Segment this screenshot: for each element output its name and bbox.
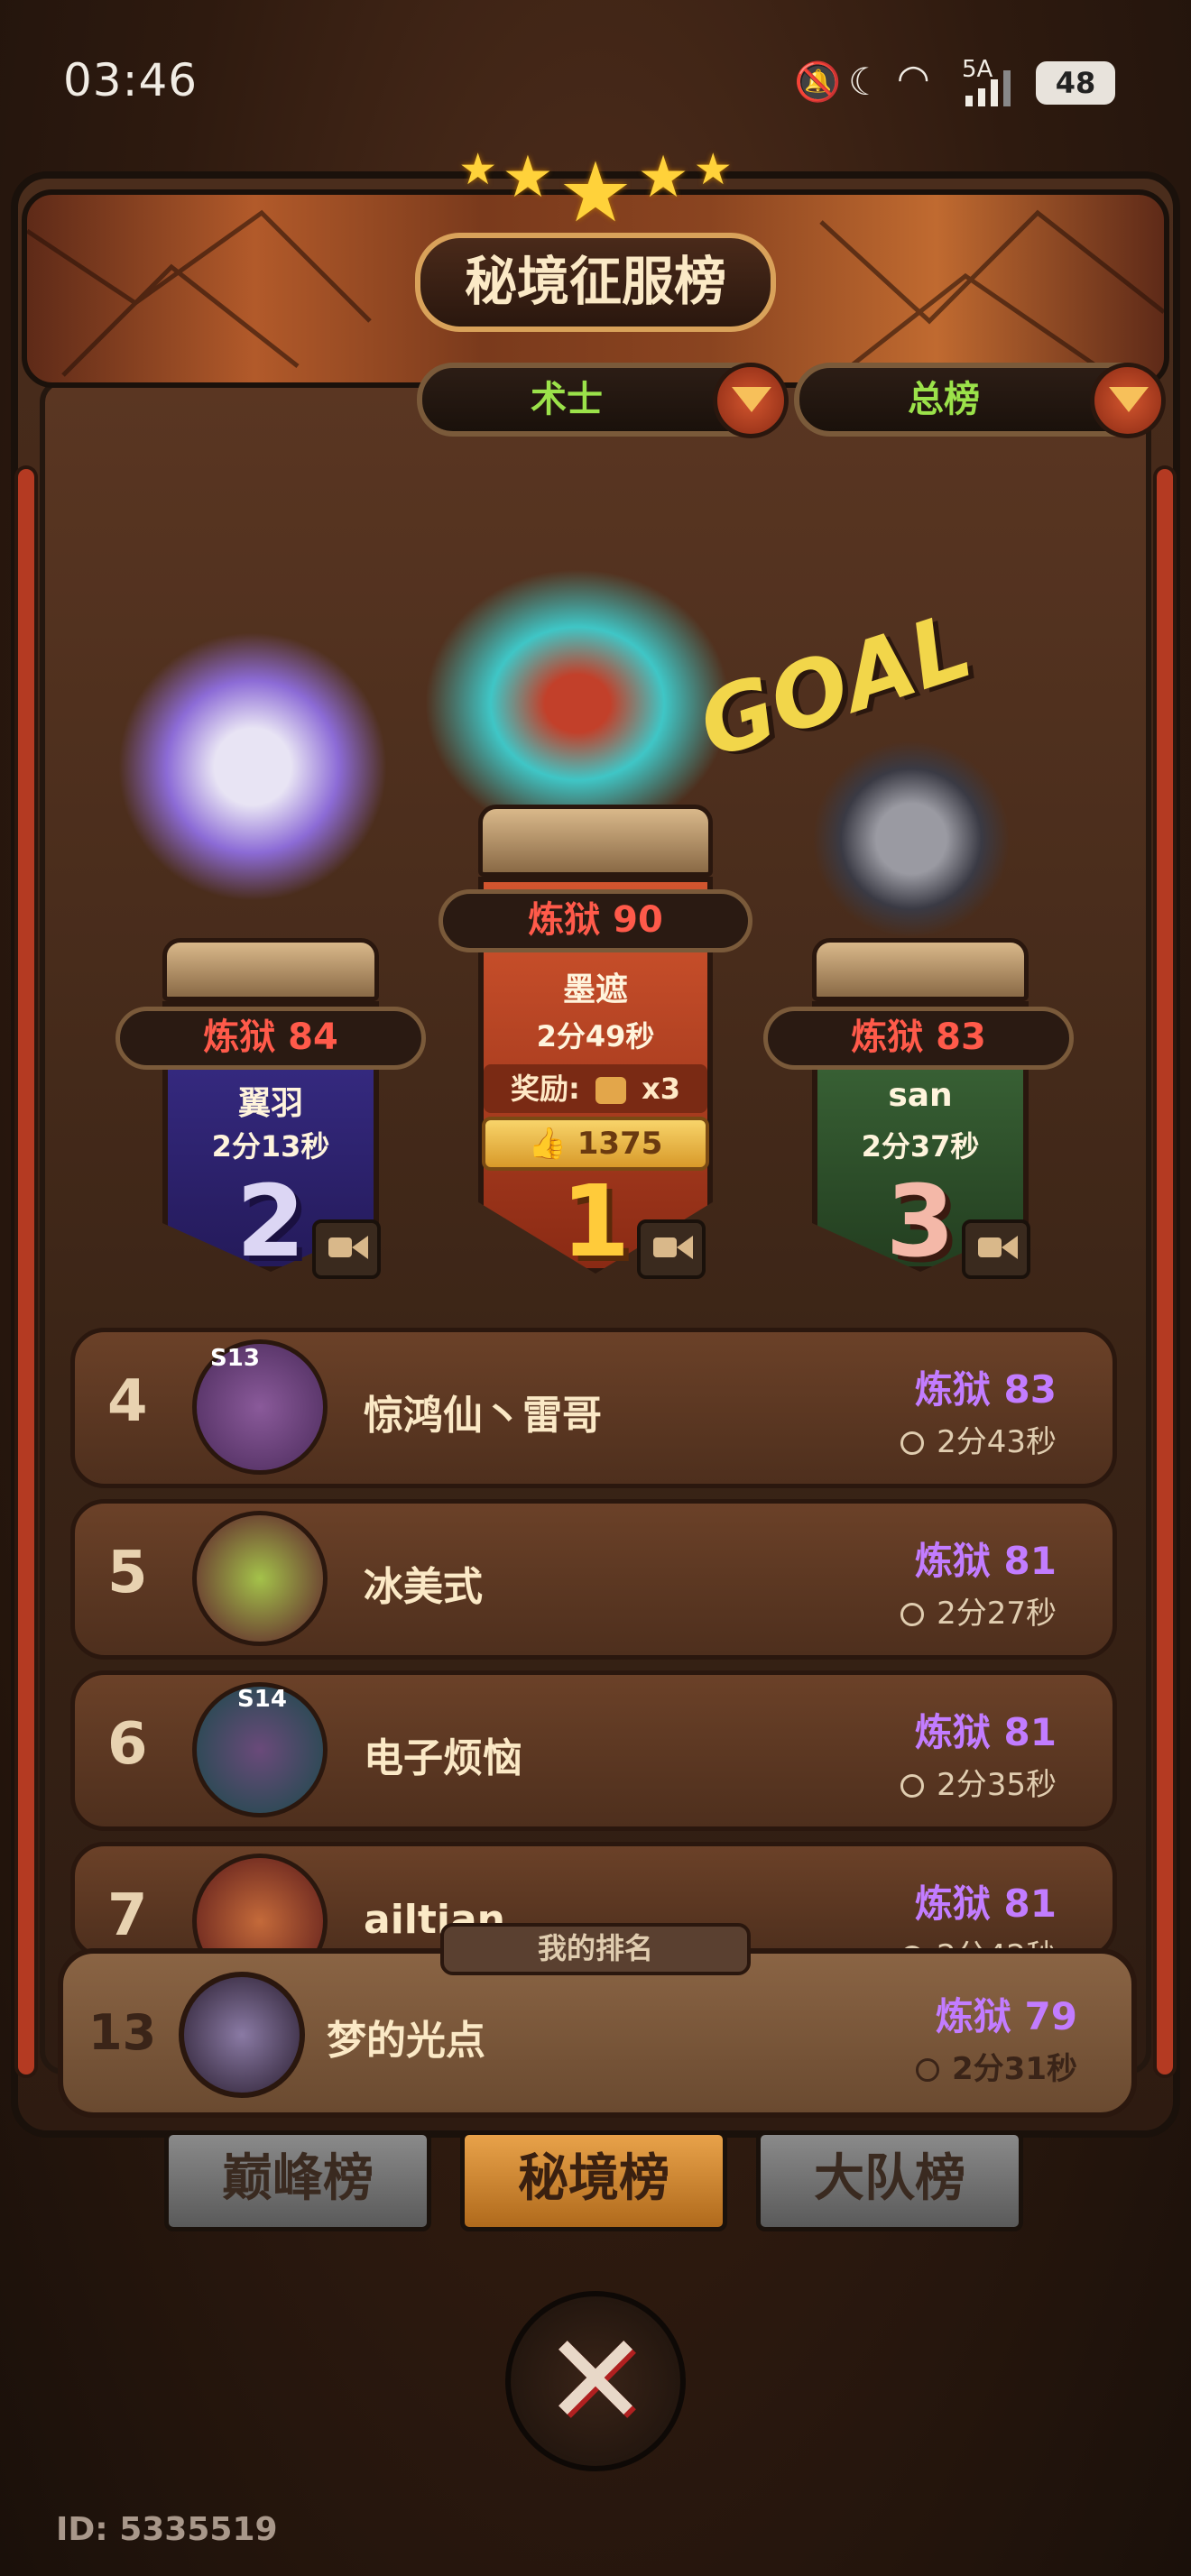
tab-secret-realm[interactable]: 秘境榜: [460, 2130, 727, 2231]
list-item[interactable]: 6 S14 电子烦恼 炼狱 81 2分35秒: [70, 1670, 1117, 1831]
rank2-number: 2: [235, 1164, 306, 1279]
list-time: 2分43秒: [900, 1417, 1057, 1461]
status-time: 03:46: [63, 54, 198, 106]
tab-team[interactable]: 大队榜: [756, 2130, 1023, 2231]
list-tier: 炼狱 83: [914, 1367, 1057, 1412]
rank3-tier: 炼狱 83: [763, 1007, 1074, 1070]
tab-peak[interactable]: 巅峰榜: [164, 2130, 431, 2231]
rank2-time: 2分13秒: [211, 1129, 330, 1164]
rank2-name: 翼羽: [237, 1085, 303, 1122]
star-icon: ★: [558, 144, 633, 241]
moon-icon: ☾: [848, 60, 882, 104]
scope-filter-label: 总榜: [908, 379, 980, 420]
season-badge: S13: [210, 1345, 260, 1372]
list-rank: 4: [107, 1368, 148, 1435]
rank1-pedestal: [478, 805, 713, 877]
rank2-character: [117, 631, 388, 902]
chevron-down-icon[interactable]: [1090, 363, 1166, 438]
battery-icon: 48: [1036, 61, 1115, 105]
clock-icon: [916, 2058, 940, 2082]
my-rank-label: 我的排名: [440, 1923, 751, 1975]
rank1-time: 2分49秒: [536, 1019, 655, 1053]
my-rank-tier: 炼狱 79: [935, 1994, 1077, 2038]
star-icon: ★: [637, 144, 689, 211]
star-icon: ★: [693, 144, 733, 195]
avatar: [179, 1972, 305, 2098]
rank1-replay-video-icon[interactable]: [637, 1219, 706, 1279]
list-item[interactable]: 5 冰美式 炼狱 81 2分27秒: [70, 1499, 1117, 1660]
rank2-replay-video-icon[interactable]: [312, 1219, 381, 1279]
list-tier: 炼狱 81: [914, 1710, 1057, 1754]
rank1-tier: 炼狱 90: [439, 889, 752, 952]
like-count: 1375: [577, 1126, 663, 1162]
avatar: [192, 1854, 328, 1955]
close-icon[interactable]: ✕: [532, 2318, 659, 2444]
star-icon: ★: [458, 144, 498, 195]
mute-icon: 🔕: [794, 60, 842, 104]
chevron-down-icon[interactable]: [713, 363, 789, 438]
clock-icon: [900, 1774, 925, 1798]
wifi-icon: ◠: [897, 56, 930, 100]
rank2-tier: 炼狱 84: [115, 1007, 426, 1070]
rank2-pedestal: [162, 938, 379, 1001]
list-time: 2分35秒: [900, 1760, 1057, 1804]
clock-icon: [900, 1603, 925, 1626]
right-rail: [1157, 469, 1173, 2075]
rank1-reward: 奖励: x3: [484, 1064, 707, 1113]
thumbs-up-icon: 👍: [528, 1126, 567, 1162]
list-time: 2分27秒: [900, 1588, 1057, 1633]
reward-label: 奖励:: [511, 1072, 580, 1106]
season-badge: S14: [237, 1686, 287, 1713]
rank1-name: 墨遮: [562, 971, 628, 1008]
my-rank-time: 2分31秒: [916, 2044, 1077, 2088]
chest-icon: [595, 1077, 626, 1104]
stars-decoration: ★ ★ ★ ★ ★: [442, 144, 749, 241]
rank1-number: 1: [560, 1164, 631, 1279]
star-icon: ★: [502, 144, 554, 211]
list-rank: 7: [107, 1882, 148, 1949]
rank3-replay-video-icon[interactable]: [962, 1219, 1030, 1279]
my-rank-name: 梦的光点: [327, 2018, 485, 2064]
list-tier: 炼狱 81: [914, 1539, 1057, 1583]
avatar: [192, 1511, 328, 1646]
user-id: ID: 5335519: [56, 2511, 278, 2548]
rank3-time: 2分37秒: [861, 1129, 980, 1164]
class-filter-dropdown[interactable]: 术士: [417, 363, 789, 438]
list-tier: 炼狱 81: [914, 1881, 1057, 1926]
rank3-pedestal: [812, 938, 1029, 1001]
my-rank-number: 13: [88, 2004, 157, 2061]
list-item[interactable]: 4 S13 惊鸿仙丶雷哥 炼狱 83 2分43秒: [70, 1328, 1117, 1488]
list-rank: 5: [107, 1540, 148, 1606]
signal-icon: [965, 70, 1020, 106]
scope-filter-dropdown[interactable]: 总榜: [794, 363, 1166, 438]
like-button[interactable]: 👍 1375: [482, 1117, 709, 1171]
list-name: 惊鸿仙丶雷哥: [364, 1393, 602, 1439]
list-name: 电子烦恼: [364, 1735, 522, 1781]
rank1-character: [424, 568, 731, 839]
rank3-number: 3: [885, 1164, 956, 1279]
page-title: 秘境征服榜: [415, 233, 776, 332]
clock-icon: [900, 1431, 925, 1455]
left-rail: [18, 469, 34, 2075]
class-filter-label: 术士: [531, 379, 603, 420]
rank3-name: san: [888, 1077, 953, 1114]
list-name: 冰美式: [364, 1564, 483, 1610]
reward-count: x3: [642, 1072, 680, 1106]
list-rank: 6: [107, 1711, 148, 1778]
rank3-character: [812, 740, 1011, 938]
